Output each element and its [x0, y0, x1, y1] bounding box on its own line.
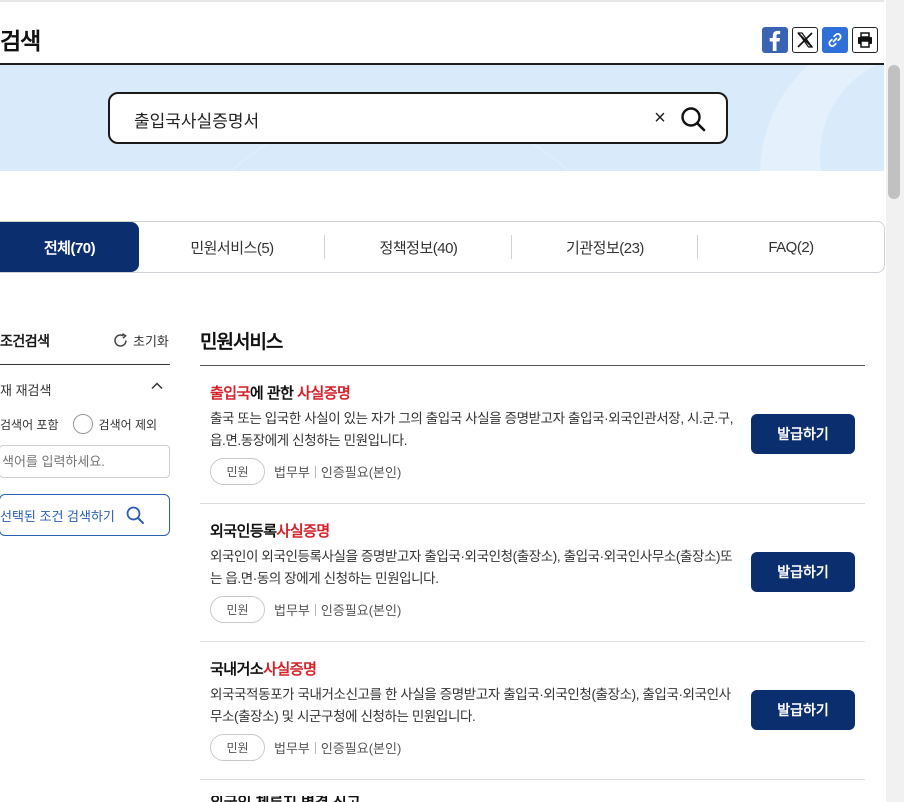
result-meta: 민원 법무부 인증필요(본인): [210, 458, 401, 485]
result-description: 출국 또는 입국한 사실이 있는 자가 그의 출입국 사실을 증명받고자 출입국…: [210, 408, 735, 452]
page-title: 검색: [0, 22, 40, 56]
search-icon[interactable]: [678, 104, 708, 134]
meta-divider: [315, 742, 316, 754]
result-description: 외국인이 외국인등록사실을 증명받고자 출입국·외국인청(출장소), 출입국·외…: [210, 546, 735, 590]
result-tabs: 전체(70) 민원서비스(5) 정책정보(40) 기관정보(23) FAQ(2): [0, 221, 885, 273]
tab-agency-info[interactable]: 기관정보(23): [512, 222, 698, 272]
scrollbar-thumb[interactable]: [888, 65, 900, 199]
issue-button[interactable]: 발급하기: [751, 552, 855, 592]
agency-name: 법무부: [274, 600, 310, 619]
tab-label: FAQ(2): [768, 239, 813, 256]
result-title[interactable]: 외국인등록사실증명: [210, 520, 330, 541]
condition-search-label: 선택된 조건 검색하기: [0, 506, 115, 525]
title-text: 국내거소: [210, 661, 263, 678]
section-title: 민원서비스: [200, 327, 282, 354]
tab-label: 민원서비스(5): [190, 237, 273, 258]
chevron-up-icon[interactable]: [150, 379, 164, 393]
re-search-heading: 재 재검색: [0, 380, 51, 399]
exclude-keyword-label: 검색어 제외: [99, 416, 158, 433]
keyword-input[interactable]: [0, 445, 170, 478]
print-icon: [856, 31, 874, 49]
title-highlight: 출입국: [210, 385, 250, 402]
facebook-icon: [762, 27, 788, 53]
next-result-title[interactable]: 외국인 체류지 변경 신고: [210, 796, 361, 802]
issue-button[interactable]: 발급하기: [751, 690, 855, 730]
tab-civil-services[interactable]: 민원서비스(5): [139, 222, 325, 272]
filter-divider: [0, 364, 170, 365]
include-keyword-label: 검색어 포함: [0, 416, 59, 433]
issue-button[interactable]: 발급하기: [751, 414, 855, 454]
tab-all[interactable]: 전체(70): [0, 222, 139, 272]
meta-divider: [315, 466, 316, 478]
tab-label: 정책정보(40): [380, 237, 458, 258]
tab-label: 기관정보(23): [566, 237, 644, 258]
tab-faq[interactable]: FAQ(2): [698, 222, 884, 272]
meta-divider: [315, 604, 316, 616]
result-item: 국내거소사실증명 외국국적동포가 국내거소신고를 한 사실을 증명받고자 출입국…: [200, 642, 865, 780]
auth-requirement: 인증필요(본인): [321, 600, 401, 619]
result-title[interactable]: 국내거소사실증명: [210, 658, 316, 679]
copy-link-button[interactable]: [822, 27, 848, 53]
result-item: 출입국에 관한 사실증명 출국 또는 입국한 사실이 있는 자가 그의 출입국 …: [200, 366, 865, 504]
auth-requirement: 인증필요(본인): [321, 738, 401, 757]
search-box: ×: [108, 92, 728, 144]
exclude-keyword-radio[interactable]: [73, 414, 93, 434]
tab-label: 전체(70): [44, 237, 95, 258]
title-highlight: 사실증명: [297, 385, 350, 402]
type-badge: 민원: [210, 734, 265, 761]
facebook-share-button[interactable]: [762, 27, 788, 53]
search-input[interactable]: [134, 106, 634, 132]
reset-label: 초기화: [133, 331, 169, 350]
refresh-icon: [112, 332, 129, 349]
x-icon: [796, 31, 814, 49]
top-border: [0, 0, 884, 2]
agency-name: 법무부: [274, 462, 310, 481]
type-badge: 민원: [210, 458, 265, 485]
type-badge: 민원: [210, 596, 265, 623]
share-toolbar: [762, 27, 878, 53]
auth-requirement: 인증필요(본인): [321, 462, 401, 481]
reset-button[interactable]: 초기화: [112, 331, 169, 350]
search-hero: ×: [0, 65, 884, 171]
search-scope-options: 검색어 포함 검색어 제외: [0, 414, 157, 434]
link-icon: [826, 31, 844, 49]
agency-name: 법무부: [274, 738, 310, 757]
title-text: 에 관한: [250, 385, 297, 402]
print-button[interactable]: [852, 27, 878, 53]
filter-title: 조건검색: [0, 331, 50, 351]
result-item: 외국인등록사실증명 외국인이 외국인등록사실을 증명받고자 출입국·외국인청(출…: [200, 504, 865, 642]
x-share-button[interactable]: [792, 27, 818, 53]
result-meta: 민원 법무부 인증필요(본인): [210, 596, 401, 623]
result-title[interactable]: 출입국에 관한 사실증명: [210, 382, 350, 403]
clear-search-button[interactable]: ×: [648, 106, 672, 130]
title-highlight: 사실증명: [277, 523, 330, 540]
result-description: 외국국적동포가 국내거소신고를 한 사실을 증명받고자 출입국·외국인청(출장소…: [210, 684, 735, 728]
result-meta: 민원 법무부 인증필요(본인): [210, 734, 401, 761]
search-icon: [125, 505, 145, 525]
page-scrollbar[interactable]: [886, 0, 904, 802]
tab-policy-info[interactable]: 정책정보(40): [325, 222, 512, 272]
title-text: 외국인등록: [210, 523, 277, 540]
condition-search-button[interactable]: 선택된 조건 검색하기: [0, 494, 170, 536]
title-highlight: 사실증명: [263, 661, 316, 678]
